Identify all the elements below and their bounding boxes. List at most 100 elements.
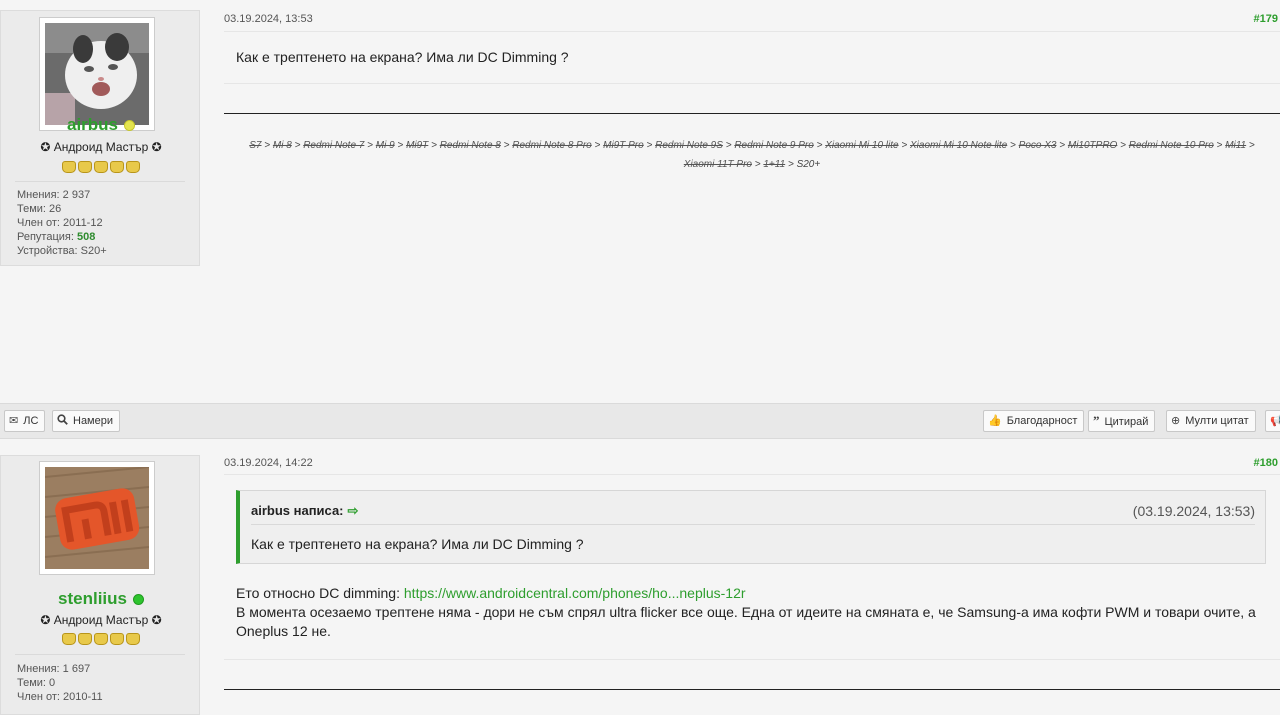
post-date: 03.19.2024, 14:22 (224, 457, 313, 469)
post-number-link[interactable]: #179 (1254, 13, 1278, 25)
pm-button[interactable]: ✉ ЛС (4, 410, 46, 432)
multiquote-button[interactable]: ⊕ Мулти цитат (1166, 410, 1256, 432)
quote-author[interactable]: airbus написа: ⇨ (251, 503, 358, 519)
stat-devices: Устройства: S20+ (17, 245, 107, 257)
report-button[interactable]: 📢 (1265, 410, 1280, 432)
signature-device-old: Poco X3 (1018, 140, 1057, 151)
stat-threads: Теми: 26 (17, 203, 62, 215)
article-link[interactable]: https://www.androidcentral.com/phones/ho… (404, 585, 746, 601)
signature-separator: > S20+ (785, 159, 821, 170)
post-number-link[interactable]: #180 (1254, 457, 1278, 469)
signature-device-old: Mi11 (1225, 140, 1247, 151)
stat-reputation: Репутация: 508 (17, 231, 96, 243)
signature-divider (224, 113, 1280, 114)
signature-device-old: Xiaomi Mi 10 Note lite (909, 140, 1008, 151)
signature-divider (224, 689, 1280, 690)
signature-device-old: Mi 9 (375, 140, 395, 151)
online-status-icon (132, 594, 144, 606)
signature-device-old: Xiaomi 11T Pro (683, 159, 752, 170)
find-button[interactable]: Намери (52, 410, 121, 432)
signature-device-old: Redmi Note 8 Pro (512, 140, 592, 151)
username[interactable]: airbus (1, 115, 201, 135)
signature-separator: > (1117, 140, 1129, 151)
username-text[interactable]: airbus (67, 115, 118, 134)
message-text: В момента осезаемо трептене няма - дори … (236, 604, 1256, 639)
signature-separator: > (261, 140, 273, 151)
stat-threads: Теми: 0 (17, 677, 56, 689)
signature-separator: > (722, 140, 735, 151)
post-message: Ето относно DC dimming: https://www.andr… (236, 584, 1276, 641)
megaphone-icon: 📢 (1270, 415, 1280, 427)
thumbs-up-icon: 👍 (988, 415, 1002, 427)
envelope-icon: ✉ (9, 415, 19, 427)
post-header-divider (224, 474, 1280, 475)
plus-circle-icon: ⊕ (1171, 415, 1181, 427)
thanks-label: Благодарност (1006, 415, 1078, 427)
star-icon (94, 633, 108, 645)
signature-device-old: Mi9T Pro (603, 140, 644, 151)
search-icon (57, 411, 68, 431)
signature-separator: > (643, 140, 656, 151)
signature-line-2: Xiaomi 11T Pro > 1+11 > S20+ (224, 155, 1280, 174)
star-icon (110, 161, 124, 173)
quote-button[interactable]: ” Цитирай (1088, 410, 1156, 432)
post-message: Как е трептенето на екрана? Има ли DC Di… (236, 49, 569, 65)
user-rank: ✪ Андроид Мастър ✪ (40, 140, 162, 154)
signature-device-old: Redmi Note 8 (439, 140, 501, 151)
signature-device-old: Mi9T (406, 140, 429, 151)
user-sidebar: airbus ✪ Андроид Мастър ✪ Мнения: 2 937 … (0, 10, 200, 266)
signature-device-old: Redmi Note 9 Pro (734, 140, 814, 151)
signature-separator: > (751, 159, 764, 170)
signature-device-old: Xiaomi Mi 10 lite (825, 140, 899, 151)
post-date: 03.19.2024, 13:53 (224, 13, 313, 25)
signature-separator: > (813, 140, 826, 151)
multiquote-label: Мулти цитат (1185, 415, 1249, 427)
star-icon (78, 161, 92, 173)
star-icon (126, 161, 140, 173)
signature-device-old: Mi10TPRO (1067, 140, 1118, 151)
cat-avatar-image (45, 23, 149, 125)
post-body-divider (224, 659, 1280, 660)
post-header-divider (224, 31, 1280, 32)
stat-member-since: Член от: 2011-12 (17, 217, 103, 229)
rank-stars (1, 632, 201, 650)
signature-separator: > (898, 140, 910, 151)
signature-device-old: Redmi Note 9S (655, 140, 723, 151)
signature: S7 > Mi 8 > Redmi Note 7 > Mi 9 > Mi9T >… (224, 136, 1280, 174)
stat-posts: Мнения: 1 697 (17, 663, 91, 675)
quote-text: Как е трептенето на екрана? Има ли DC Di… (251, 536, 584, 552)
signature-device-old: Mi 8 (272, 140, 292, 151)
quote-icon: ” (1093, 413, 1100, 428)
username-text[interactable]: stenliius (58, 589, 127, 608)
sidebar-divider (15, 181, 185, 182)
signature-separator: > (1246, 140, 1255, 151)
quote-divider (251, 524, 1255, 525)
avatar[interactable] (39, 461, 155, 575)
sidebar-divider (15, 654, 185, 655)
signature-line-1: S7 > Mi 8 > Redmi Note 7 > Mi 9 > Mi9T >… (224, 136, 1280, 155)
signature-separator: > (1007, 140, 1019, 151)
avatar[interactable] (39, 17, 155, 131)
online-status-icon (124, 120, 136, 132)
signature-separator: > (291, 140, 304, 151)
signature-separator: > (364, 140, 376, 151)
signature-separator: > (394, 140, 407, 151)
stat-posts: Мнения: 2 937 (17, 189, 91, 201)
message-prefix: Ето относно DC dimming: (236, 585, 404, 601)
signature-device-old: S7 (249, 140, 262, 151)
signature-separator: > (591, 140, 604, 151)
user-rank: ✪ Андроид Мастър ✪ (40, 613, 162, 627)
star-icon (78, 633, 92, 645)
star-icon (110, 633, 124, 645)
arrow-right-icon[interactable]: ⇨ (348, 503, 359, 518)
thanks-button[interactable]: 👍 Благодарност (983, 410, 1085, 432)
username[interactable]: stenliius (1, 589, 201, 609)
quote-label: Цитирай (1104, 416, 1149, 428)
star-icon (62, 633, 76, 645)
quote-block: airbus написа: ⇨ (03.19.2024, 13:53) Как … (236, 490, 1266, 564)
user-sidebar: stenliius ✪ Андроид Мастър ✪ Мнения: 1 6… (0, 455, 200, 715)
signature-separator: > (1213, 140, 1226, 151)
post-body-divider (224, 83, 1280, 84)
xiaomi-logo-avatar-image (44, 466, 150, 569)
rank-stars (1, 160, 201, 178)
